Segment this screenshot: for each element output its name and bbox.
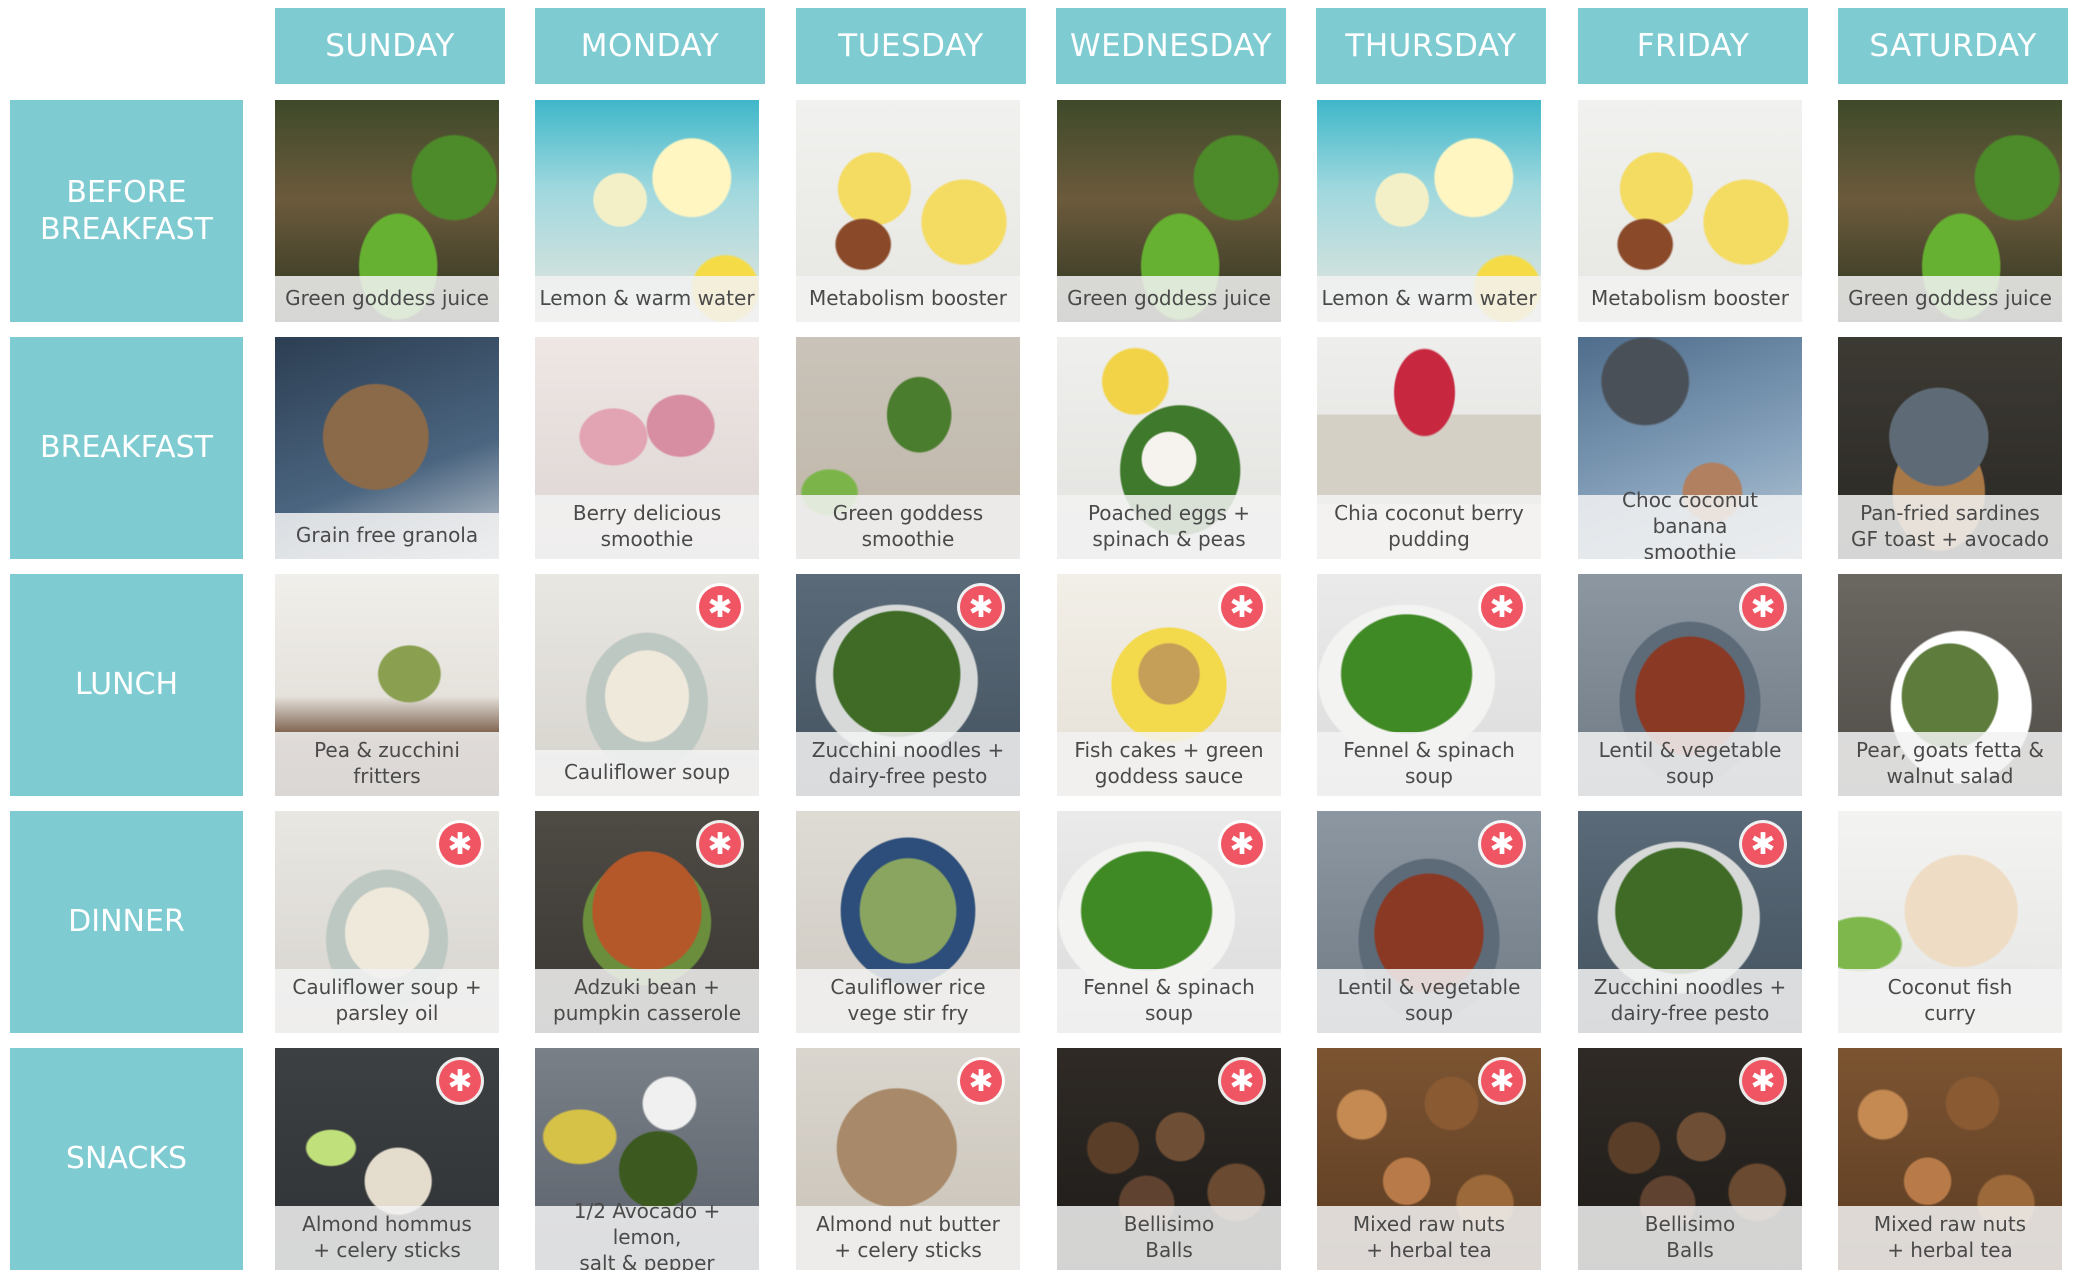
meal-card[interactable]: Green goddess juice [1838, 100, 2062, 322]
meal-card[interactable]: Adzuki bean + pumpkin casserole ✱ [535, 811, 759, 1033]
meal-header-lunch: LUNCH [10, 574, 243, 796]
meal-card[interactable]: Choc coconut banana smoothie [1578, 337, 1802, 559]
meal-card-title: Zucchini noodles + dairy-free pesto [796, 732, 1020, 796]
meal-card[interactable]: Green goddess smoothie [796, 337, 1020, 559]
meal-card-title: Lentil & vegetable soup [1317, 969, 1541, 1033]
meal-card-title: Green goddess juice [275, 276, 499, 322]
meal-card[interactable]: Fennel & spinach soup ✱ [1057, 811, 1281, 1033]
meal-card[interactable]: Green goddess juice [275, 100, 499, 322]
meal-card[interactable]: Green goddess juice [1057, 100, 1281, 322]
meal-card[interactable]: Zucchini noodles + dairy-free pesto ✱ [1578, 811, 1802, 1033]
asterisk-icon: ✱ [1221, 823, 1263, 865]
meal-card[interactable]: Poached eggs + spinach & peas [1057, 337, 1281, 559]
asterisk-icon: ✱ [960, 1060, 1002, 1102]
asterisk-icon: ✱ [1221, 1060, 1263, 1102]
meal-card[interactable]: Almond hommus + celery sticks ✱ [275, 1048, 499, 1270]
meal-card-title: Bellisimo Balls [1578, 1206, 1802, 1270]
meal-card[interactable]: Cauliflower soup ✱ [535, 574, 759, 796]
meal-card[interactable]: Grain free granola [275, 337, 499, 559]
meal-card-title: Green goddess smoothie [796, 495, 1020, 559]
meal-card-title: Adzuki bean + pumpkin casserole [535, 969, 759, 1033]
meal-card-title: Green goddess juice [1057, 276, 1281, 322]
asterisk-icon: ✱ [1481, 1060, 1523, 1102]
meal-header-before-breakfast: BEFORE BREAKFAST [10, 100, 243, 322]
day-header-tuesday: TUESDAY [796, 8, 1026, 84]
meal-card-title: Cauliflower soup [535, 750, 759, 796]
asterisk-icon: ✱ [1742, 823, 1784, 865]
meal-card-title: Almond hommus + celery sticks [275, 1206, 499, 1270]
meal-card-title: 1/2 Avocado + lemon, salt & pepper [535, 1199, 759, 1270]
meal-card-title: Choc coconut banana smoothie [1578, 488, 1802, 559]
asterisk-icon: ✱ [1221, 586, 1263, 628]
meal-card-title: Pea & zucchini fritters [275, 732, 499, 796]
meal-card-title: Pan-fried sardines GF toast + avocado [1838, 495, 2062, 559]
day-header-saturday: SATURDAY [1838, 8, 2068, 84]
meal-card-title: Cauliflower rice vege stir fry [796, 969, 1020, 1033]
asterisk-icon: ✱ [1481, 586, 1523, 628]
meal-card[interactable]: 1/2 Avocado + lemon, salt & pepper [535, 1048, 759, 1270]
meal-card-title: Cauliflower soup + parsley oil [275, 969, 499, 1033]
meal-card-title: Mixed raw nuts + herbal tea [1317, 1206, 1541, 1270]
meal-card[interactable]: Pea & zucchini fritters [275, 574, 499, 796]
meal-card[interactable]: Lemon & warm water [535, 100, 759, 322]
meal-card[interactable]: Lentil & vegetable soup ✱ [1317, 811, 1541, 1033]
meal-card-title: Poached eggs + spinach & peas [1057, 495, 1281, 559]
day-header-sunday: SUNDAY [275, 8, 505, 84]
meal-card[interactable]: Bellisimo Balls ✱ [1578, 1048, 1802, 1270]
meal-card-title: Pear, goats fetta & walnut salad [1838, 732, 2062, 796]
day-header-monday: MONDAY [535, 8, 765, 84]
meal-card-title: Zucchini noodles + dairy-free pesto [1578, 969, 1802, 1033]
meal-card[interactable]: Lemon & warm water [1317, 100, 1541, 322]
meal-card[interactable]: Bellisimo Balls ✱ [1057, 1048, 1281, 1270]
meal-card-title: Metabolism booster [1578, 276, 1802, 322]
meal-card[interactable]: Chia coconut berry pudding [1317, 337, 1541, 559]
meal-card-title: Chia coconut berry pudding [1317, 495, 1541, 559]
meal-card[interactable]: Mixed raw nuts + herbal tea [1838, 1048, 2062, 1270]
meal-card-title: Grain free granola [275, 513, 499, 559]
meal-header-dinner: DINNER [10, 811, 243, 1033]
meal-card[interactable]: Mixed raw nuts + herbal tea ✱ [1317, 1048, 1541, 1270]
meal-card[interactable]: Almond nut butter + celery sticks ✱ [796, 1048, 1020, 1270]
meal-card[interactable]: Pear, goats fetta & walnut salad [1838, 574, 2062, 796]
meal-card-title: Green goddess juice [1838, 276, 2062, 322]
meal-card[interactable]: Berry delicious smoothie [535, 337, 759, 559]
meal-card[interactable]: Pan-fried sardines GF toast + avocado [1838, 337, 2062, 559]
meal-card[interactable]: Cauliflower rice vege stir fry [796, 811, 1020, 1033]
meal-card-title: Lentil & vegetable soup [1578, 732, 1802, 796]
meal-card[interactable]: Metabolism booster [796, 100, 1020, 322]
asterisk-icon: ✱ [1742, 586, 1784, 628]
meal-card-title: Lemon & warm water [1317, 276, 1541, 322]
asterisk-icon: ✱ [960, 586, 1002, 628]
meal-card-title: Fish cakes + green goddess sauce [1057, 732, 1281, 796]
meal-card[interactable]: Fish cakes + green goddess sauce ✱ [1057, 574, 1281, 796]
asterisk-icon: ✱ [1481, 823, 1523, 865]
day-header-friday: FRIDAY [1578, 8, 1808, 84]
meal-card-title: Fennel & spinach soup [1317, 732, 1541, 796]
asterisk-icon: ✱ [1742, 1060, 1784, 1102]
meal-card[interactable]: Coconut fish curry [1838, 811, 2062, 1033]
asterisk-icon: ✱ [439, 1060, 481, 1102]
day-header-thursday: THURSDAY [1316, 8, 1546, 84]
day-header-wednesday: WEDNESDAY [1056, 8, 1286, 84]
meal-card[interactable]: Zucchini noodles + dairy-free pesto ✱ [796, 574, 1020, 796]
meal-card[interactable]: Cauliflower soup + parsley oil ✱ [275, 811, 499, 1033]
asterisk-icon: ✱ [439, 823, 481, 865]
meal-card[interactable]: Metabolism booster [1578, 100, 1802, 322]
meal-header-snacks: SNACKS [10, 1048, 243, 1270]
asterisk-icon: ✱ [699, 586, 741, 628]
meal-card-title: Mixed raw nuts + herbal tea [1838, 1206, 2062, 1270]
meal-card-title: Fennel & spinach soup [1057, 969, 1281, 1033]
meal-card-title: Berry delicious smoothie [535, 495, 759, 559]
meal-card-title: Lemon & warm water [535, 276, 759, 322]
meal-card[interactable]: Fennel & spinach soup ✱ [1317, 574, 1541, 796]
meal-card-title: Metabolism booster [796, 276, 1020, 322]
meal-card-title: Almond nut butter + celery sticks [796, 1206, 1020, 1270]
meal-card[interactable]: Lentil & vegetable soup ✱ [1578, 574, 1802, 796]
meal-card-title: Bellisimo Balls [1057, 1206, 1281, 1270]
meal-header-breakfast: BREAKFAST [10, 337, 243, 559]
meal-card-title: Coconut fish curry [1838, 969, 2062, 1033]
asterisk-icon: ✱ [699, 823, 741, 865]
